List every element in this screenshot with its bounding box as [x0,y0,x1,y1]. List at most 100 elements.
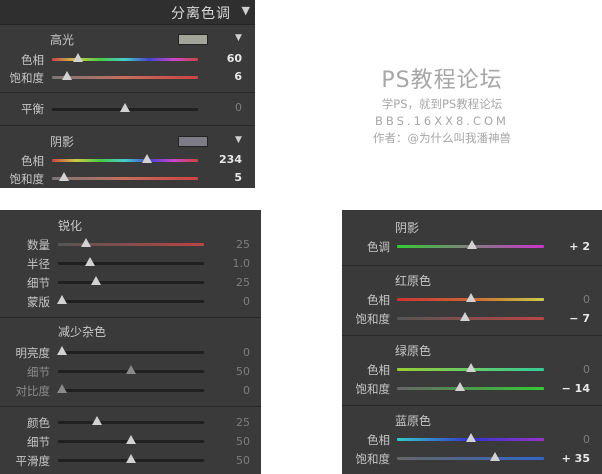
sharpen-masking-slider[interactable] [58,300,204,303]
highlights-section-title: 高光 [50,33,75,47]
sharpening-section-title: 锐化 [58,219,83,233]
calib-tint-thumb[interactable] [466,240,477,249]
shadows-hue-label: 色相 [21,154,44,168]
highlights-saturation-thumb[interactable] [61,71,72,80]
red-saturation-slider[interactable] [397,317,544,320]
divider [342,335,602,336]
green-saturation-slider[interactable] [397,387,544,390]
noise-smoothness-value[interactable]: 50 [220,454,250,467]
noise-luminance-value[interactable]: 0 [220,346,250,359]
balance-label: 平衡 [21,102,44,116]
red-hue-value[interactable]: 0 [560,293,590,306]
green-primary-title: 绿原色 [395,344,432,358]
noise-color-detail-label: 细节 [27,435,50,449]
noise-contrast-slider[interactable] [58,389,204,392]
blue-saturation-label: 饱和度 [355,452,391,466]
sharpen-radius-label: 半径 [27,257,50,271]
sharpen-detail-slider[interactable] [58,281,204,284]
blue-primary-title: 蓝原色 [395,414,432,428]
highlights-hue-label: 色相 [21,53,44,67]
blue-hue-thumb[interactable] [465,433,476,442]
red-hue-thumb[interactable] [465,293,476,302]
highlights-saturation-value[interactable]: 6 [212,70,242,83]
highlights-saturation-slider[interactable] [52,76,198,79]
red-saturation-thumb[interactable] [459,312,470,321]
noise-luminance-detail-value[interactable]: 50 [220,365,250,378]
split-toning-title: 分离色调 [171,6,231,22]
noise-luminance-detail-thumb[interactable] [126,365,136,374]
noise-smoothness-thumb[interactable] [126,454,136,463]
shadows-hue-thumb[interactable] [141,154,152,163]
divider [0,406,261,407]
highlights-picker-triangle-icon[interactable]: ▼ [235,33,242,43]
shadows-color-swatch[interactable] [178,136,208,147]
noise-color-value[interactable]: 25 [220,416,250,429]
noise-color-label: 颜色 [27,416,50,430]
shadows-section-title: 阴影 [50,135,75,149]
noise-color-detail-value[interactable]: 50 [220,435,250,448]
highlights-saturation-label: 饱和度 [9,71,45,85]
shadows-saturation-thumb[interactable] [58,172,69,181]
red-saturation-label: 饱和度 [355,312,391,326]
green-saturation-thumb[interactable] [455,382,466,391]
calib-tint-value[interactable]: + 2 [560,240,590,253]
blue-hue-value[interactable]: 0 [560,433,590,446]
sharpen-radius-thumb[interactable] [85,257,96,266]
red-saturation-value[interactable]: − 7 [560,312,590,325]
split-toning-header[interactable]: 分离色调 ▼ [0,0,255,25]
noise-luminance-slider[interactable] [58,351,204,354]
noise-contrast-label: 对比度 [15,384,51,398]
noise-smoothness-label: 平滑度 [15,454,51,468]
noise-contrast-thumb[interactable] [57,384,68,393]
collapse-triangle-icon[interactable]: ▼ [242,4,250,17]
sharpen-detail-thumb[interactable] [90,276,101,285]
green-hue-thumb[interactable] [465,363,476,372]
blue-saturation-thumb[interactable] [490,452,501,461]
watermark-title: PS教程论坛 [381,68,503,93]
sharpen-detail-label: 细节 [27,276,50,290]
sharpen-amount-thumb[interactable] [80,238,91,247]
shadows-saturation-value[interactable]: 5 [212,171,242,184]
noise-color-detail-thumb[interactable] [126,435,136,444]
sharpen-radius-slider[interactable] [58,262,204,265]
green-hue-label: 色相 [367,363,390,377]
green-hue-value[interactable]: 0 [560,363,590,376]
shadows-picker-triangle-icon[interactable]: ▼ [235,135,242,145]
green-saturation-label: 饱和度 [355,382,391,396]
watermark-slogan: 学PS，就到PS教程论坛 [381,97,503,111]
highlights-hue-value[interactable]: 60 [212,52,242,65]
shadows-hue-slider[interactable] [52,159,198,162]
sharpen-detail-value[interactable]: 25 [220,276,250,289]
sharpen-masking-label: 蒙版 [27,295,50,309]
red-primary-title: 红原色 [395,274,432,288]
divider [0,317,261,318]
noise-luminance-thumb[interactable] [57,346,68,355]
noise-color-thumb[interactable] [92,416,103,425]
noise-contrast-value[interactable]: 0 [220,384,250,397]
divider [342,265,602,266]
shadows-saturation-label: 饱和度 [9,172,45,186]
sharpen-masking-thumb[interactable] [57,295,68,304]
sharpen-amount-value[interactable]: 25 [220,238,250,251]
blue-saturation-slider[interactable] [397,457,544,460]
sharpen-amount-label: 数量 [27,238,50,252]
noise-section-title: 减少杂色 [58,325,107,339]
detail-panel: 锐化 数量 25 半径 1.0 细节 25 蒙版 0 减少杂色 明亮度 0 细节… [0,210,261,474]
calib-tint-label: 色调 [367,240,390,254]
noise-color-slider[interactable] [58,421,204,424]
watermark-url: BBS.16XX8.COM [375,114,509,128]
blue-saturation-value[interactable]: + 35 [560,452,590,465]
calib-shadows-title: 阴影 [395,221,420,235]
balance-thumb[interactable] [120,103,130,112]
split-toning-panel: 分离色调 ▼ 高光 ▼ 色相 60 饱和度 6 平衡 0 阴影 ▼ 色相 234… [0,0,255,188]
shadows-hue-value[interactable]: 234 [212,153,242,166]
balance-value[interactable]: 0 [212,101,242,114]
noise-luminance-label: 明亮度 [15,346,51,360]
highlights-color-swatch[interactable] [178,34,208,45]
watermark: PS教程论坛 学PS，就到PS教程论坛 BBS.16XX8.COM 作者：@为什… [362,62,522,146]
sharpen-radius-value[interactable]: 1.0 [220,257,251,270]
highlights-hue-thumb[interactable] [73,53,84,62]
sharpen-masking-value[interactable]: 0 [220,295,250,308]
shadows-saturation-slider[interactable] [52,177,198,180]
green-saturation-value[interactable]: − 14 [560,382,590,395]
